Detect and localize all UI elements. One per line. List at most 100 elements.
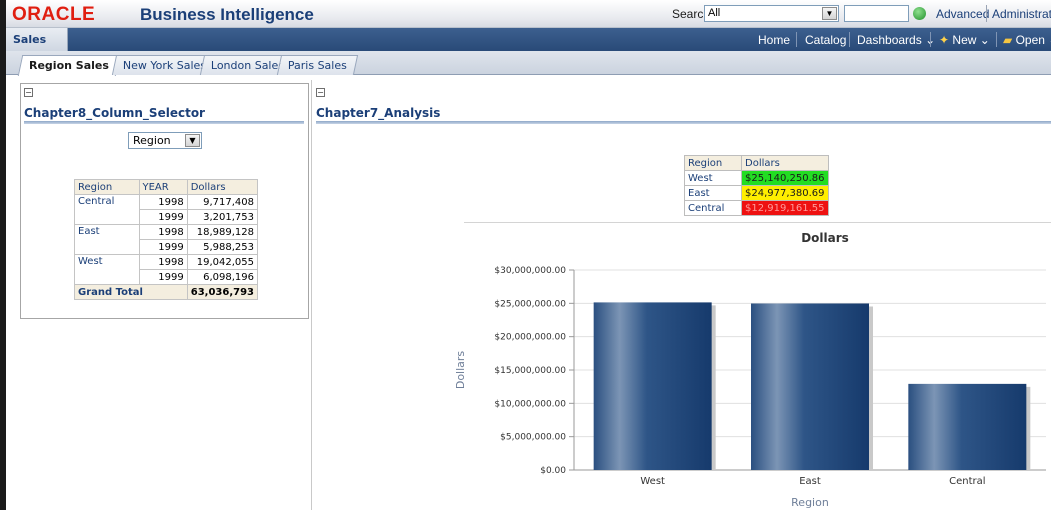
region-cell: Central — [684, 200, 742, 216]
column-header: Region — [684, 155, 742, 171]
dollars-cell: 5,988,253 — [186, 239, 259, 255]
tab-label: London Sales — [210, 59, 285, 72]
grand-total-label: Grand Total — [74, 284, 188, 300]
dollars-bar-chart: Dollars $0.00 $5,000,000.00 $10,000,000.00 $… — [454, 231, 1046, 509]
chevron-down-icon[interactable]: ▼ — [822, 7, 837, 20]
app-window: ORACLE Business Intelligence Search All … — [0, 0, 1051, 510]
nav-separator — [930, 32, 931, 47]
section-divider — [316, 121, 1051, 124]
search-scope-value: All — [708, 7, 721, 19]
region-cell: West — [684, 170, 742, 186]
table-row: East 1998 18,989,128 — [74, 224, 259, 255]
section-divider — [24, 121, 304, 124]
administration-link[interactable]: Administration — [992, 7, 1051, 21]
top-header: ORACLE Business Intelligence Search All … — [6, 0, 1051, 28]
conditional-format-table: Region Dollars West $25,140,250.86 East … — [684, 155, 829, 216]
region-cell: Central — [74, 194, 140, 225]
section-title: Chapter7_Analysis — [316, 106, 441, 120]
table-header-row: Region Dollars — [684, 155, 829, 171]
column-header: Dollars — [186, 179, 259, 195]
tab-label: New York Sales — [122, 59, 207, 72]
new-menu[interactable]: ✦ New ⌄ — [939, 33, 990, 47]
column-header: YEAR — [138, 179, 188, 195]
bar-central — [908, 383, 1027, 470]
x-axis-label: Region — [791, 496, 829, 509]
year-cell: 1998 — [138, 194, 188, 210]
year-cell: 1999 — [138, 239, 188, 255]
open-label: Open — [1015, 33, 1045, 47]
app-title: Business Intelligence — [140, 5, 314, 24]
chevron-down-icon[interactable]: ▼ — [185, 134, 200, 147]
bar-east — [751, 303, 869, 470]
bar-west — [593, 302, 712, 470]
x-tick-label: West — [640, 476, 665, 487]
year-cell: 1999 — [138, 209, 188, 225]
table-row: West 1998 19,042,055 — [74, 254, 259, 285]
column-header: Dollars — [741, 155, 829, 171]
year-cell: 1998 — [138, 254, 188, 270]
dollars-cell: $25,140,250.86 — [741, 170, 829, 186]
tab-region-sales[interactable]: Region Sales — [17, 55, 121, 76]
x-tick-label: East — [799, 476, 821, 487]
search-scope-select[interactable]: All ▼ — [704, 5, 839, 22]
y-tick-label: $10,000,000.00 — [494, 399, 566, 409]
table-row: West $25,140,250.86 — [684, 170, 829, 186]
nav-separator — [849, 32, 850, 47]
chart-title: Dollars — [801, 231, 849, 245]
tab-label: Region Sales — [29, 59, 109, 72]
column-selector-value: Region — [133, 134, 171, 147]
region-cell: East — [684, 185, 742, 201]
nav-separator — [996, 32, 997, 47]
year-cell: 1999 — [138, 269, 188, 285]
table-row: Central $12,919,161.55 — [684, 200, 829, 216]
header-separator — [986, 5, 987, 22]
y-tick-label: $15,000,000.00 — [494, 366, 566, 376]
year-cell: 1998 — [138, 224, 188, 240]
region-cell: East — [74, 224, 140, 255]
section-title: Chapter8_Column_Selector — [24, 106, 205, 120]
y-tick-label: $0.00 — [540, 466, 566, 476]
collapse-icon[interactable]: − — [24, 88, 33, 97]
grand-total-row: Grand Total 63,036,793 — [74, 284, 259, 300]
pivot-table: Region YEAR Dollars Central 1998 9,717,4… — [74, 179, 259, 300]
dollars-cell: 6,098,196 — [186, 269, 259, 285]
y-tick-label: $5,000,000.00 — [500, 433, 566, 443]
x-tick-label: Central — [949, 476, 985, 487]
open-menu[interactable]: ▰ Open ⌄ — [1003, 33, 1051, 47]
advanced-search-link[interactable]: Advanced — [936, 7, 989, 21]
table-header-row: Region YEAR Dollars — [74, 179, 259, 195]
tab-label: Paris Sales — [287, 59, 347, 72]
section-splitter — [311, 80, 312, 510]
y-axis-label: Dollars — [454, 351, 467, 390]
region-cell: West — [74, 254, 140, 285]
tab-paris-sales[interactable]: Paris Sales — [276, 55, 359, 75]
dollars-cell: 18,989,128 — [186, 224, 259, 240]
new-item-icon: ✦ — [939, 33, 950, 47]
home-link[interactable]: Home — [758, 33, 790, 47]
dashboards-label: Dashboards — [857, 33, 922, 47]
y-tick-label: $25,000,000.00 — [494, 299, 566, 309]
nav-separator — [796, 32, 797, 47]
dollars-cell: $24,977,380.69 — [741, 185, 829, 201]
search-input[interactable] — [844, 5, 909, 22]
oracle-logo: ORACLE — [12, 4, 96, 25]
chevron-down-icon: ⌄ — [979, 33, 990, 47]
y-tick-label: $30,000,000.00 — [494, 266, 566, 276]
dollars-cell: 3,201,753 — [186, 209, 259, 225]
search-go-icon[interactable] — [913, 7, 926, 20]
chart-top-rule — [464, 222, 1051, 223]
catalog-link[interactable]: Catalog — [805, 33, 846, 47]
collapse-icon[interactable]: − — [316, 88, 325, 97]
dashboard-name: Sales — [13, 33, 47, 46]
table-row: East $24,977,380.69 — [684, 185, 829, 201]
new-label: New — [952, 33, 977, 47]
dollars-cell: $12,919,161.55 — [741, 200, 829, 216]
dashboards-menu[interactable]: Dashboards ⌄ — [857, 33, 935, 47]
dollars-cell: 19,042,055 — [186, 254, 259, 270]
dollars-cell: 9,717,408 — [186, 194, 259, 210]
dashboard-name-tab: Sales — [6, 28, 68, 51]
table-row: Central 1998 9,717,408 — [74, 194, 259, 225]
folder-icon: ▰ — [1003, 33, 1013, 47]
y-tick-label: $20,000,000.00 — [494, 333, 566, 343]
column-selector-dropdown[interactable]: Region ▼ — [128, 132, 202, 149]
